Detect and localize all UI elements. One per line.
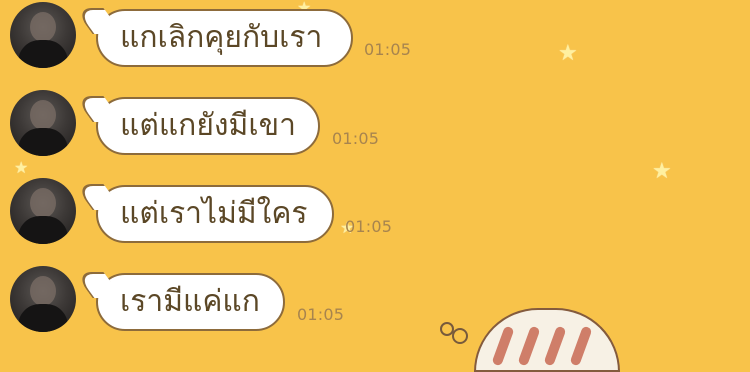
avatar-body bbox=[18, 40, 68, 68]
message-text: เรามีแค่แก bbox=[120, 284, 260, 319]
message-row: แต่แกยังมีเขา 01:05 bbox=[0, 88, 520, 168]
avatar[interactable] bbox=[10, 266, 76, 332]
avatar-face bbox=[30, 12, 56, 42]
message-row: แต่เราไม่มีใคร 01:05 bbox=[0, 176, 520, 256]
message-text: แกเลิกคุยกับเรา bbox=[120, 20, 323, 55]
avatar[interactable] bbox=[10, 90, 76, 156]
message-time: 01:05 bbox=[364, 40, 412, 59]
message-time: 01:05 bbox=[297, 305, 345, 324]
thought-dots-icon bbox=[438, 318, 488, 344]
sticker-stripe bbox=[543, 325, 567, 367]
avatar-face bbox=[30, 100, 56, 130]
message-bubble[interactable]: เรามีแค่แก bbox=[96, 273, 285, 331]
message-bubble[interactable]: แต่แกยังมีเขา bbox=[96, 97, 320, 155]
star-icon: ★ bbox=[558, 41, 578, 66]
avatar[interactable] bbox=[10, 2, 76, 68]
star-icon: ★ bbox=[652, 159, 672, 184]
message-text: แต่เราไม่มีใคร bbox=[120, 196, 308, 231]
message-time: 01:05 bbox=[332, 129, 380, 148]
message-text: แต่แกยังมีเขา bbox=[120, 108, 296, 143]
avatar-face bbox=[30, 276, 56, 306]
message-bubble[interactable]: แต่เราไม่มีใคร bbox=[96, 185, 334, 243]
avatar[interactable] bbox=[10, 178, 76, 244]
sticker-stripe bbox=[491, 325, 515, 367]
avatar-face bbox=[30, 188, 56, 218]
chat-view: ★ ★ ★ ★ ★ แกเลิกคุยกับเรา 01:05 แต่แกยัง… bbox=[0, 0, 750, 372]
avatar-body bbox=[18, 304, 68, 332]
avatar-body bbox=[18, 216, 68, 244]
message-row: แกเลิกคุยกับเรา 01:05 bbox=[0, 0, 520, 80]
sticker-stripe bbox=[517, 325, 541, 367]
message-time: 01:05 bbox=[345, 217, 393, 236]
message-bubble[interactable]: แกเลิกคุยกับเรา bbox=[96, 9, 353, 67]
sticker-stripe bbox=[569, 325, 593, 367]
avatar-body bbox=[18, 128, 68, 156]
